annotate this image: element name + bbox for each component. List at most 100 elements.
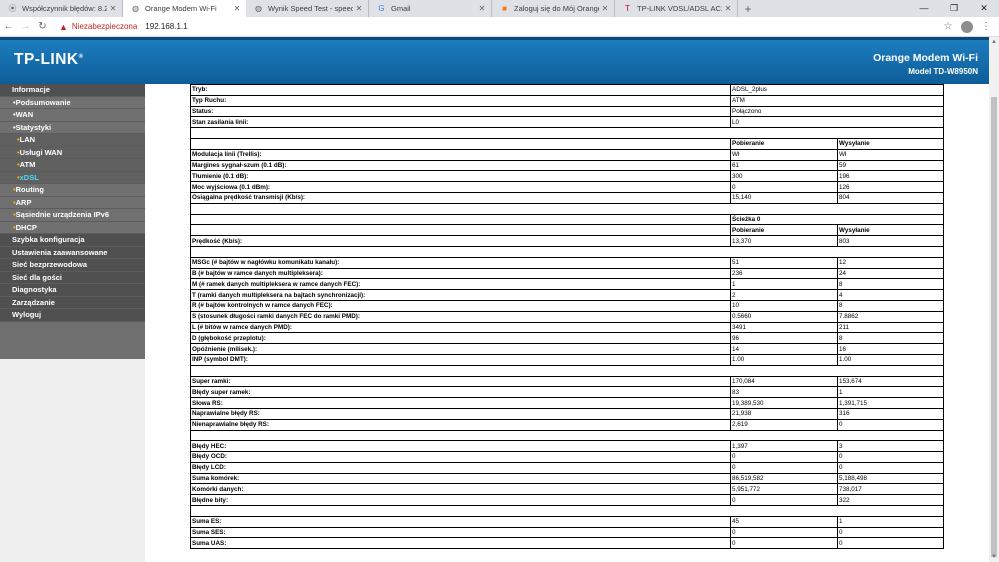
stat-value: 96: [730, 332, 838, 345]
table-row: Komórki danych: 5,951,772 738,017: [190, 483, 945, 496]
table-row: T (ramki danych multipleksera na bajtach…: [190, 289, 945, 301]
browser-tab[interactable]: ⦿ Współczynnik błędów: 8.26e-07✕: [0, 0, 123, 17]
stat-value: 10: [730, 299, 838, 312]
sidebar-item[interactable]: •ARP: [0, 197, 145, 209]
stat-value: 316: [836, 407, 945, 420]
spacer-cell: [189, 429, 945, 442]
stat-value: 0: [730, 451, 838, 463]
sidebar-item[interactable]: •Usługi WAN: [0, 146, 145, 159]
column-header: Pobieranie: [730, 137, 838, 150]
back-icon[interactable]: ←: [0, 21, 17, 32]
sidebar-item[interactable]: •Sąsiednie urządzenia IPv6: [0, 209, 145, 222]
table-row: Stan zasilania linii: L0: [190, 116, 945, 129]
tab-title: Współczynnik błędów: 8.26e-07: [22, 4, 107, 13]
page-scrollbar[interactable]: ▲ ▼: [989, 37, 999, 562]
stat-value: 45: [730, 515, 838, 528]
reload-icon[interactable]: ↻: [34, 21, 51, 32]
browser-tab[interactable]: ◍ Wynik Speed Test - speedtest.pl✕: [246, 0, 369, 17]
table-row: R (# bajtów kontrolnych w ramce danych F…: [190, 299, 945, 312]
stat-value: 1.00: [730, 353, 838, 366]
table-row: Błędy HEC: 1,397 3: [190, 440, 945, 453]
stat-value: 21,938: [730, 407, 838, 420]
sidebar-item[interactable]: Zarządzanie: [0, 296, 145, 309]
stat-label: MSGc (# bajtów w nagłówku komunikatu kan…: [190, 256, 731, 269]
browser-toolbar: ← → ↻ ▲ Niezabezpieczona 192.168.1.1 ☆ ⋮: [0, 17, 999, 37]
address-bar[interactable]: ▲ Niezabezpieczona 192.168.1.1: [59, 19, 939, 34]
profile-avatar[interactable]: [961, 20, 973, 33]
maximize-icon[interactable]: ❐: [939, 0, 969, 17]
stat-value: 1,397: [730, 440, 838, 453]
stat-value: 0: [836, 461, 945, 474]
google-icon: G: [378, 4, 385, 13]
table-row: Suma ES: 45 1: [190, 515, 945, 528]
close-tab-icon[interactable]: ✕: [722, 4, 734, 13]
sidebar-item-label: Routing: [15, 185, 44, 194]
stat-label: Suma UAS:: [190, 537, 731, 550]
stat-value: 3: [836, 440, 945, 453]
close-tab-icon[interactable]: ✕: [107, 4, 119, 13]
model-label: Model TD-W8950N: [908, 67, 978, 76]
close-window-icon[interactable]: ✕: [969, 0, 999, 17]
stat-value: 1: [836, 386, 945, 399]
stat-label: Błędy LCD:: [190, 461, 731, 474]
close-tab-icon[interactable]: ✕: [476, 4, 488, 13]
stat-value: 1: [730, 278, 838, 291]
sidebar-item[interactable]: •DHCP: [0, 222, 145, 234]
sidebar-item[interactable]: •WAN: [0, 109, 145, 122]
url-text[interactable]: 192.168.1.1: [145, 22, 187, 31]
close-tab-icon[interactable]: ✕: [231, 4, 243, 13]
stat-label: Suma ES:: [190, 515, 731, 528]
stat-label: Błędy HEC:: [190, 440, 731, 453]
table-row: D (głębokość przeplotu): 96 8: [190, 332, 945, 345]
sidebar-item[interactable]: Sieć bezprzewodowa: [0, 259, 145, 272]
sidebar-item-label: ARP: [15, 197, 32, 207]
close-tab-icon[interactable]: ✕: [599, 4, 611, 13]
stat-value: ADSL_2plus: [729, 84, 945, 96]
sidebar-item[interactable]: Diagnostyka: [0, 284, 145, 297]
stat-value: 0: [730, 526, 838, 539]
browser-tab[interactable]: G Gmail ✕: [369, 0, 492, 17]
table-row: Suma komórek: 86,519,582 5,188,498: [190, 472, 945, 485]
star-icon[interactable]: ☆: [939, 21, 957, 32]
stat-value: 738,017: [836, 483, 945, 496]
stat-value: 3491: [730, 321, 838, 334]
table-row: Suma UAS: 0 0: [190, 537, 945, 550]
forward-icon[interactable]: →: [17, 21, 34, 32]
tab-title: Wynik Speed Test - speedtest.pl: [268, 4, 353, 13]
sidebar-item[interactable]: Informacje: [0, 84, 145, 97]
scrollbar-thumb[interactable]: [991, 97, 997, 557]
sidebar-item[interactable]: •Podsumowanie: [0, 97, 145, 109]
sidebar-item[interactable]: Sieć dla gości: [0, 271, 145, 284]
stat-value: 170,084: [730, 375, 838, 388]
close-tab-icon[interactable]: ✕: [353, 4, 365, 13]
table-row: INP (symbol DMT): 1.00 1.00: [190, 353, 945, 366]
sidebar-item[interactable]: Ustawienia zaawansowane: [0, 246, 145, 259]
sidebar-item[interactable]: •xDSL: [0, 171, 145, 184]
stat-value: 322: [836, 494, 945, 507]
sidebar-item[interactable]: Wyloguj: [0, 309, 145, 322]
new-tab-button[interactable]: +: [738, 0, 758, 17]
browser-tab[interactable]: T TP-LINK VDSL/ADSL AC1200 (A✕: [615, 0, 738, 17]
security-label[interactable]: Niezabezpieczona: [72, 22, 137, 31]
minimize-icon[interactable]: —: [909, 0, 939, 17]
sidebar-item[interactable]: •LAN: [0, 134, 145, 147]
stat-value: 4: [836, 289, 945, 301]
stat-value: 1,391,715: [836, 397, 945, 409]
table-row: [189, 127, 945, 139]
tab-title: Zaloguj się do Mój Orange | Ora: [514, 4, 599, 13]
browser-tab[interactable]: ◍ Orange Modem Wi-Fi ✕: [123, 0, 246, 17]
stat-value: ATM: [729, 94, 945, 107]
sidebar-item-label: Sieć dla gości: [12, 272, 63, 282]
stat-label: Osiągalna prędkość transmisji (Kb/s):: [190, 191, 731, 204]
sidebar-item[interactable]: Szybka konfiguracja: [0, 234, 145, 247]
stat-label: Suma komórek:: [190, 472, 731, 485]
browser-tab[interactable]: ■ Zaloguj się do Mój Orange | Ora✕: [492, 0, 615, 17]
stat-value: 86,519,582: [730, 472, 838, 485]
sidebar-item[interactable]: •Routing: [0, 184, 145, 197]
sidebar-item-label: xDSL: [19, 172, 39, 182]
table-row: Pobieranie Wysyłanie: [190, 224, 945, 237]
sidebar-item[interactable]: •Statystyki: [0, 122, 145, 134]
tab-title: Gmail: [391, 4, 411, 13]
sidebar-item[interactable]: •ATM: [0, 159, 145, 172]
menu-icon[interactable]: ⋮: [977, 21, 995, 32]
